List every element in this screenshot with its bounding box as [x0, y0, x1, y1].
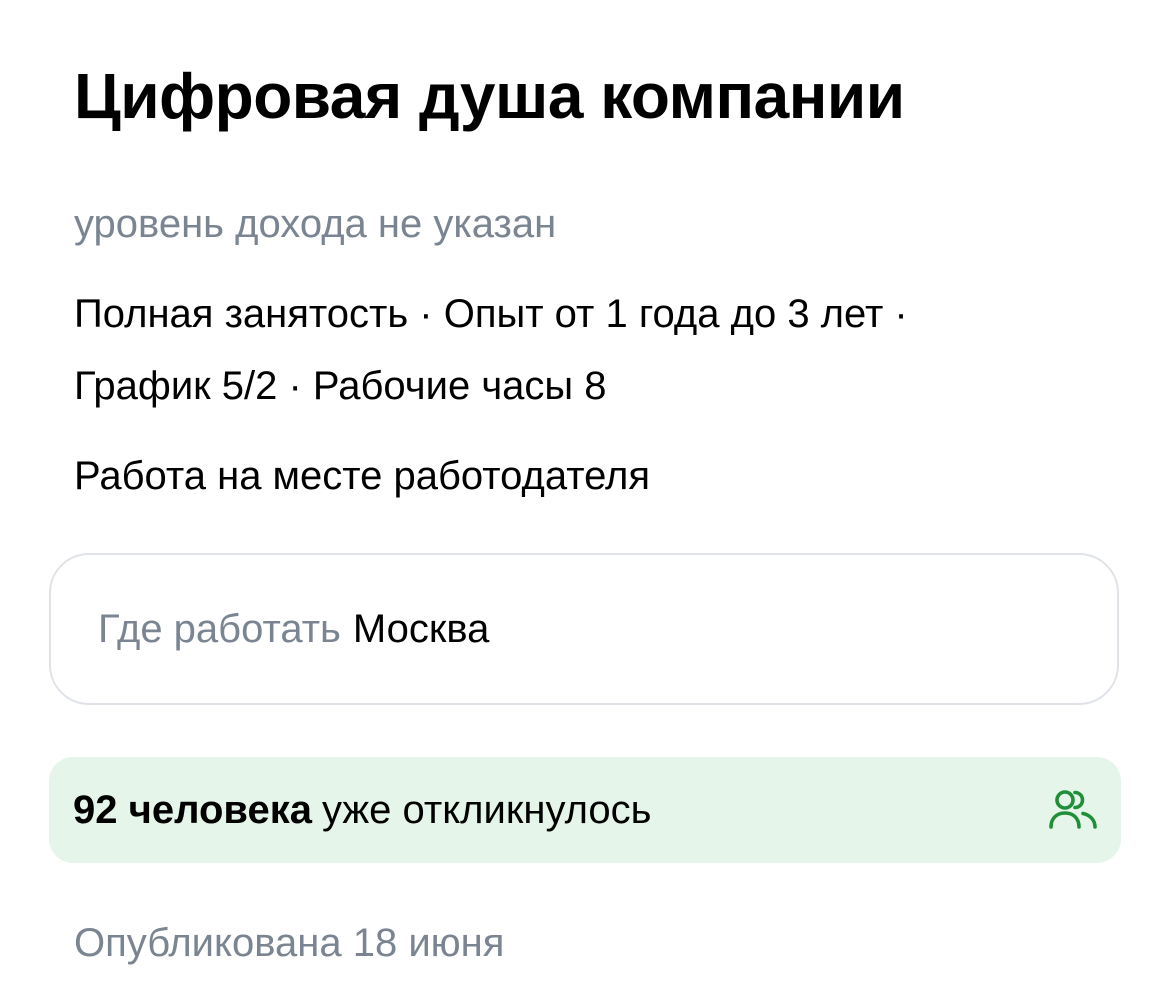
- salary-text: уровень дохода не указан: [74, 202, 557, 246]
- users-icon: [1047, 784, 1099, 836]
- job-title: Цифровая душа компании: [74, 60, 905, 132]
- location-card[interactable]: Где работать Москва: [49, 553, 1119, 705]
- job-details-line-schedule: График 5/2 · Рабочие часы 8: [74, 364, 607, 408]
- responses-count: 92 человека: [73, 787, 312, 832]
- vacancy-page: Цифровая душа компании уровень дохода не…: [0, 0, 1170, 1001]
- published-date: Опубликована 18 июня: [74, 921, 505, 965]
- location-value: Москва: [352, 606, 490, 651]
- responses-text: уже откликнулось: [321, 787, 652, 832]
- location-label: Где работать: [98, 606, 341, 651]
- responses-banner: 92 человека уже откликнулось: [49, 757, 1121, 863]
- workplace-type: Работа на месте работодателя: [74, 454, 651, 498]
- job-details-line-employment: Полная занятость · Опыт от 1 года до 3 л…: [74, 292, 908, 336]
- job-details: Полная занятость · Опыт от 1 года до 3 л…: [74, 278, 1074, 422]
